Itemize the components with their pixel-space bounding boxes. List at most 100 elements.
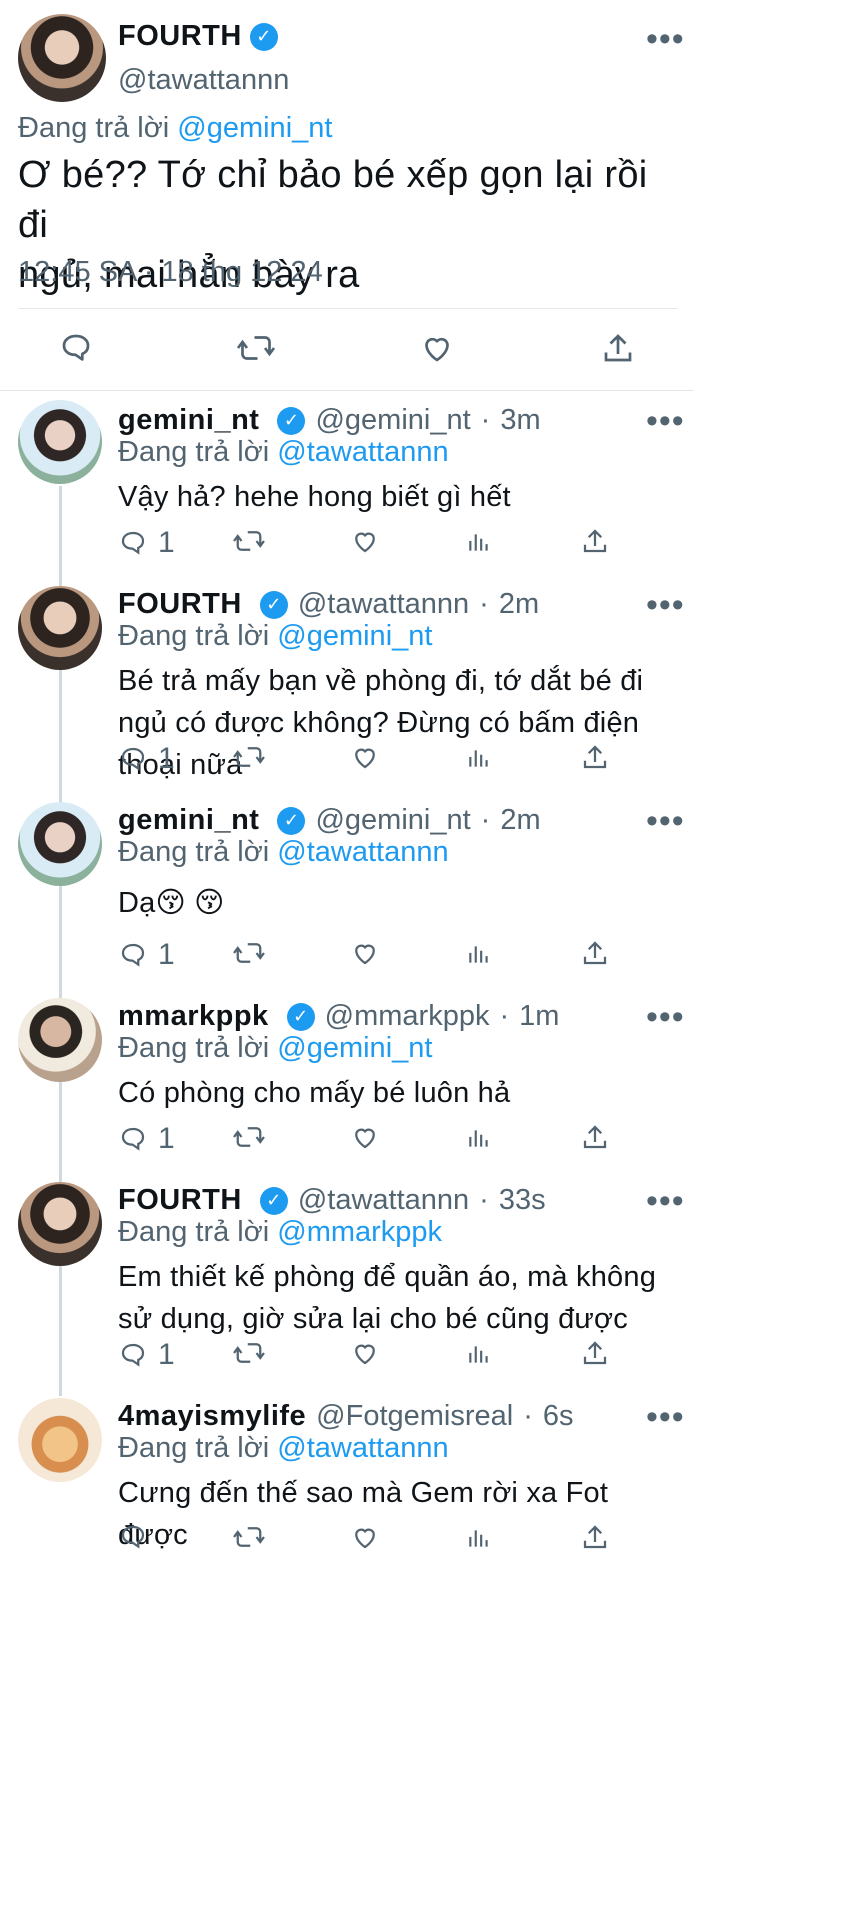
author-name[interactable]: FOURTH xyxy=(118,588,242,621)
avatar[interactable] xyxy=(18,1398,102,1482)
more-icon[interactable]: ••• xyxy=(646,586,685,625)
author-handle[interactable]: @gemini_nt xyxy=(315,404,470,437)
author-name[interactable]: FOURTH xyxy=(118,1184,242,1217)
retweet-button[interactable] xyxy=(232,1522,266,1552)
views-button[interactable] xyxy=(466,744,492,772)
time[interactable]: 6s xyxy=(543,1400,574,1433)
retweet-icon xyxy=(233,1527,265,1547)
time[interactable]: 33s xyxy=(499,1184,546,1217)
retweet-icon xyxy=(236,336,276,360)
avatar[interactable] xyxy=(18,802,102,886)
avatar[interactable] xyxy=(18,998,102,1082)
share-button[interactable] xyxy=(580,526,610,556)
retweet-button[interactable] xyxy=(236,330,276,366)
more-icon[interactable]: ••• xyxy=(646,402,685,441)
divider xyxy=(0,390,694,391)
like-button[interactable] xyxy=(349,938,381,968)
reply-button[interactable]: 1 xyxy=(118,1338,175,1372)
reply-icon xyxy=(121,531,145,555)
reply-button[interactable]: 1 xyxy=(118,1122,175,1156)
share-button[interactable] xyxy=(580,1522,610,1552)
retweet-button[interactable] xyxy=(232,742,266,772)
author-name[interactable]: gemini_nt xyxy=(118,804,259,837)
reply-mention[interactable]: @mmarkppk xyxy=(277,1216,442,1248)
retweet-icon xyxy=(233,1127,265,1147)
like-button[interactable] xyxy=(418,330,456,366)
reply-mention[interactable]: @gemini_nt xyxy=(177,112,332,144)
views-button[interactable] xyxy=(466,1340,492,1368)
retweet-icon xyxy=(233,943,265,963)
avatar[interactable] xyxy=(18,1182,102,1266)
retweet-button[interactable] xyxy=(232,1338,266,1368)
reply-mention[interactable]: @tawattannn xyxy=(277,436,448,468)
views-button[interactable] xyxy=(466,1524,492,1552)
heart-icon xyxy=(355,944,375,965)
avatar[interactable] xyxy=(18,14,106,102)
retweet-button[interactable] xyxy=(232,938,266,968)
time[interactable]: 3m xyxy=(500,404,540,437)
author-handle[interactable]: @tawattannn xyxy=(298,1184,469,1217)
author-name[interactable]: FOURTH xyxy=(118,20,242,53)
share-icon xyxy=(583,1525,607,1549)
reply-mention[interactable]: @tawattannn xyxy=(277,1432,448,1464)
reply-button[interactable] xyxy=(58,330,94,366)
share-icon xyxy=(583,529,607,553)
share-button[interactable] xyxy=(580,1122,610,1152)
timestamp[interactable]: 12:45 SA · 18 thg 12 24 xyxy=(18,256,323,289)
reply-count: 1 xyxy=(158,1122,175,1155)
author-handle[interactable]: @mmarkppk xyxy=(325,1000,490,1033)
tweet-text: Có phòng cho mấy bé luôn hả xyxy=(118,1077,511,1109)
retweet-button[interactable] xyxy=(232,526,266,556)
time[interactable]: 2m xyxy=(499,588,539,621)
views-button[interactable] xyxy=(466,1124,492,1152)
action-bar: 1 xyxy=(118,1338,618,1374)
share-button[interactable] xyxy=(600,330,636,366)
divider xyxy=(18,308,678,309)
author-handle[interactable]: @gemini_nt xyxy=(315,804,470,837)
author-name[interactable]: 4mayismylife xyxy=(118,1400,306,1433)
author-handle[interactable]: @Fotgemisreal xyxy=(316,1400,513,1433)
reply-context: Đang trả lời @mmarkppk xyxy=(118,1216,442,1249)
author-name[interactable]: mmarkppk xyxy=(118,1000,269,1033)
time[interactable]: 2m xyxy=(500,804,540,837)
like-button[interactable] xyxy=(349,742,381,772)
reply-mention[interactable]: @tawattannn xyxy=(277,836,448,868)
more-icon[interactable]: ••• xyxy=(646,1398,685,1437)
retweet-icon xyxy=(233,747,265,767)
avatar[interactable] xyxy=(18,586,102,670)
reply-mention[interactable]: @gemini_nt xyxy=(277,620,432,652)
author-handle[interactable]: @tawattannn xyxy=(298,588,469,621)
share-button[interactable] xyxy=(580,938,610,968)
author-handle[interactable]: @tawattannn xyxy=(118,64,289,97)
reply-button[interactable]: 1 xyxy=(118,938,175,972)
author-name[interactable]: gemini_nt xyxy=(118,404,259,437)
more-icon[interactable]: ••• xyxy=(646,20,685,59)
like-button[interactable] xyxy=(349,1338,381,1368)
reply-count: 1 xyxy=(158,742,175,775)
more-icon[interactable]: ••• xyxy=(646,998,685,1037)
views-button[interactable] xyxy=(466,528,492,556)
retweet-button[interactable] xyxy=(232,1122,266,1152)
action-bar: 1 xyxy=(118,1122,618,1158)
avatar[interactable] xyxy=(18,400,102,484)
like-button[interactable] xyxy=(349,1522,381,1552)
share-button[interactable] xyxy=(580,1338,610,1368)
reply-button[interactable]: 1 xyxy=(118,526,175,560)
reply-icon xyxy=(121,1127,145,1151)
like-button[interactable] xyxy=(349,526,381,556)
verified-badge-icon: ✓ xyxy=(286,1002,315,1031)
verified-badge-icon: ✓ xyxy=(259,590,288,619)
reply-context: Đang trả lời @tawattannn xyxy=(118,436,449,469)
more-icon[interactable]: ••• xyxy=(646,1182,685,1221)
time[interactable]: 1m xyxy=(519,1000,559,1033)
reply-button[interactable] xyxy=(118,1522,158,1552)
like-button[interactable] xyxy=(349,1122,381,1152)
verified-badge-icon: ✓ xyxy=(277,406,306,435)
action-bar: 1 xyxy=(118,526,618,562)
reply-mention[interactable]: @gemini_nt xyxy=(277,1032,432,1064)
share-button[interactable] xyxy=(580,742,610,772)
more-icon[interactable]: ••• xyxy=(646,802,685,841)
views-button[interactable] xyxy=(466,940,492,968)
reply-button[interactable]: 1 xyxy=(118,742,175,776)
reply-prefix: Đang trả lời xyxy=(118,620,270,652)
